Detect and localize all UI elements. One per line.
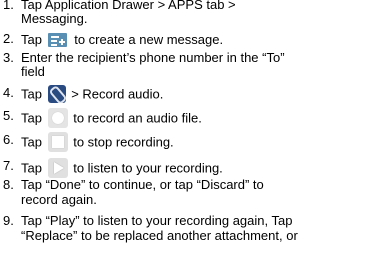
new-message-icon (47, 32, 67, 47)
step-number: 1. (3, 0, 14, 12)
step-text: to record an audio file. (73, 110, 202, 126)
stop-icon (47, 132, 68, 152)
step-text: Tap “Play” to listen to your recording a… (21, 213, 293, 228)
step-text: Tap “Done” to continue, or tap “Discard”… (21, 177, 264, 192)
step-text: field (21, 64, 45, 79)
play-icon (47, 158, 68, 178)
instructions-page: 1. Tap Application Drawer > APPS tab > M… (0, 0, 367, 272)
step-text: to stop recording. (73, 134, 174, 150)
step-text: Tap (21, 160, 42, 176)
step-text: to create a new message. (74, 32, 224, 48)
step-number: 8. (3, 177, 14, 192)
step-text: Tap (21, 86, 42, 102)
step-text: Enter the recipient’s phone number in th… (21, 50, 285, 65)
step-number: 5. (3, 108, 14, 123)
step-text: Tap (21, 134, 42, 150)
step-number: 2. (3, 31, 14, 46)
step-text: to listen to your recording. (73, 160, 223, 176)
step-text: > Record audio. (71, 86, 164, 102)
step-text: Tap (21, 32, 42, 48)
step-number: 3. (3, 50, 14, 65)
step-number: 9. (3, 213, 14, 228)
step-number: 4. (3, 85, 14, 100)
record-icon (47, 108, 68, 128)
step-text: Messaging. (21, 11, 88, 26)
step-text: Tap (21, 110, 42, 126)
step-text: “Replace” to be replaced another attachm… (21, 228, 298, 243)
step-number: 7. (3, 158, 14, 173)
step-number: 6. (3, 132, 14, 147)
paperclip-icon (47, 85, 66, 103)
step-text: record again. (21, 192, 97, 207)
